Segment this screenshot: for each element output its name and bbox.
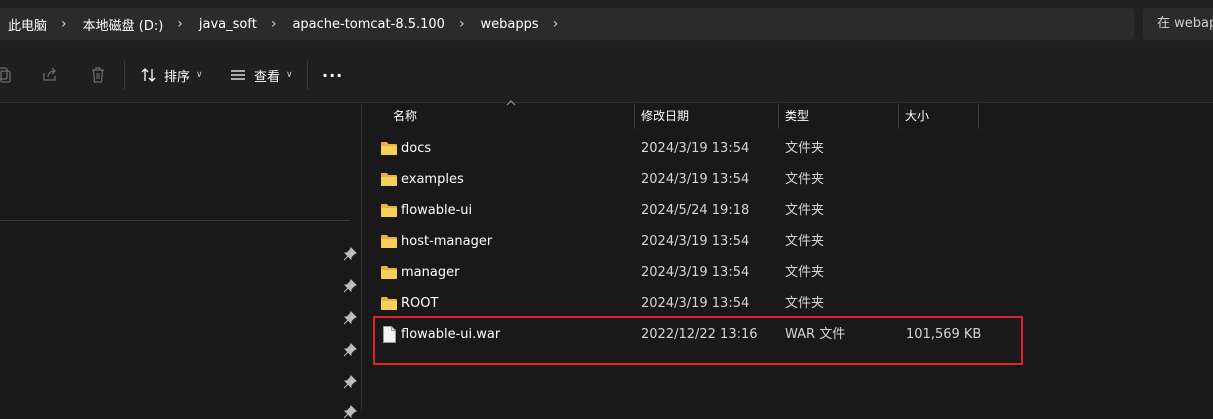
list-item[interactable]: examples 2024/3/19 13:54 文件夹 [374,166,1024,194]
file-date: 2024/3/19 13:54 [641,141,750,156]
breadcrumb-webapps[interactable]: webapps [481,17,539,32]
highlight-box [373,316,1023,365]
list-item[interactable]: host-manager 2024/3/19 13:54 文件夹 [374,228,1024,256]
chevron-down-icon: ∨ [196,70,203,80]
breadcrumb-this-pc[interactable]: 此电脑 [8,15,47,34]
column-separator[interactable] [978,103,979,129]
pin-icon[interactable] [343,343,357,357]
folder-icon [381,204,397,217]
file-name: examples [401,172,464,187]
sort-ascending-icon [506,100,516,106]
file-type: 文件夹 [785,141,825,156]
column-separator[interactable] [778,103,779,129]
pin-icon[interactable] [343,247,357,261]
file-type: 文件夹 [785,234,825,249]
nav-divider [0,220,350,221]
view-button[interactable]: 查看 ∨ [229,62,293,88]
navigation-pane[interactable] [0,103,362,411]
file-type: 文件夹 [785,296,825,311]
file-name: host-manager [401,234,493,249]
folder-icon [381,173,397,186]
file-date: 2024/3/19 13:54 [641,234,750,249]
list-item[interactable]: ROOT 2024/3/19 13:54 文件夹 [374,290,1024,318]
sort-icon [141,68,156,82]
toolbar-divider [307,60,308,90]
file-type: 文件夹 [785,172,825,187]
address-bar: 此电脑 › 本地磁盘 (D:) › java_soft › apache-tom… [0,0,1213,48]
chevron-right-icon[interactable]: › [177,16,183,32]
toolbar-divider [124,60,125,90]
folder-icon [381,142,397,155]
folder-icon [381,297,397,310]
file-name: docs [401,141,432,156]
list-item[interactable]: flowable-ui 2024/5/24 19:18 文件夹 [374,197,1024,225]
column-header-size[interactable]: 大小 [905,103,929,129]
file-name: manager [401,265,460,280]
sort-button[interactable]: 排序 ∨ [140,62,203,88]
pin-icon[interactable] [343,375,357,389]
file-type: 文件夹 [785,203,825,218]
file-date: 2024/5/24 19:18 [641,203,750,218]
breadcrumb[interactable]: 此电脑 › 本地磁盘 (D:) › java_soft › apache-tom… [0,8,1134,40]
view-label: 查看 [254,69,281,85]
column-header-date[interactable]: 修改日期 [641,103,689,129]
file-date: 2024/3/19 13:54 [641,172,750,187]
folder-icon [381,266,397,279]
chevron-down-icon: ∨ [286,70,293,80]
list-item[interactable]: manager 2024/3/19 13:54 文件夹 [374,259,1024,287]
pin-icon[interactable] [343,311,357,325]
share-icon[interactable] [40,65,60,85]
folder-icon [381,235,397,248]
file-name: flowable-ui [401,203,473,218]
delete-icon[interactable] [88,65,108,85]
breadcrumb-java-soft[interactable]: java_soft [199,17,257,32]
column-separator[interactable] [634,103,635,129]
chevron-right-icon[interactable]: › [271,16,277,32]
copy-icon[interactable] [0,65,14,85]
file-name: ROOT [401,296,439,311]
command-bar: 排序 ∨ 查看 ∨ ··· [0,48,1213,103]
breadcrumb-local-disk[interactable]: 本地磁盘 (D:) [83,15,164,34]
view-icon [231,70,245,80]
chevron-right-icon[interactable]: › [459,16,465,32]
file-date: 2024/3/19 13:54 [641,296,750,311]
file-type: 文件夹 [785,265,825,280]
column-header-name[interactable]: 名称 [393,103,417,129]
search-input[interactable]: 在 webapps 中搜索 [1143,8,1213,40]
file-date: 2024/3/19 13:54 [641,265,750,280]
pin-icon[interactable] [343,405,357,419]
sort-label: 排序 [164,69,191,85]
list-item[interactable]: docs 2024/3/19 13:54 文件夹 [374,135,1024,163]
more-button[interactable]: ··· [322,62,343,88]
column-header-type[interactable]: 类型 [785,103,809,129]
breadcrumb-tomcat[interactable]: apache-tomcat-8.5.100 [292,17,445,32]
chevron-right-icon[interactable]: › [553,16,559,32]
chevron-right-icon[interactable]: › [61,16,67,32]
pin-icon[interactable] [343,279,357,293]
column-separator[interactable] [898,103,899,129]
